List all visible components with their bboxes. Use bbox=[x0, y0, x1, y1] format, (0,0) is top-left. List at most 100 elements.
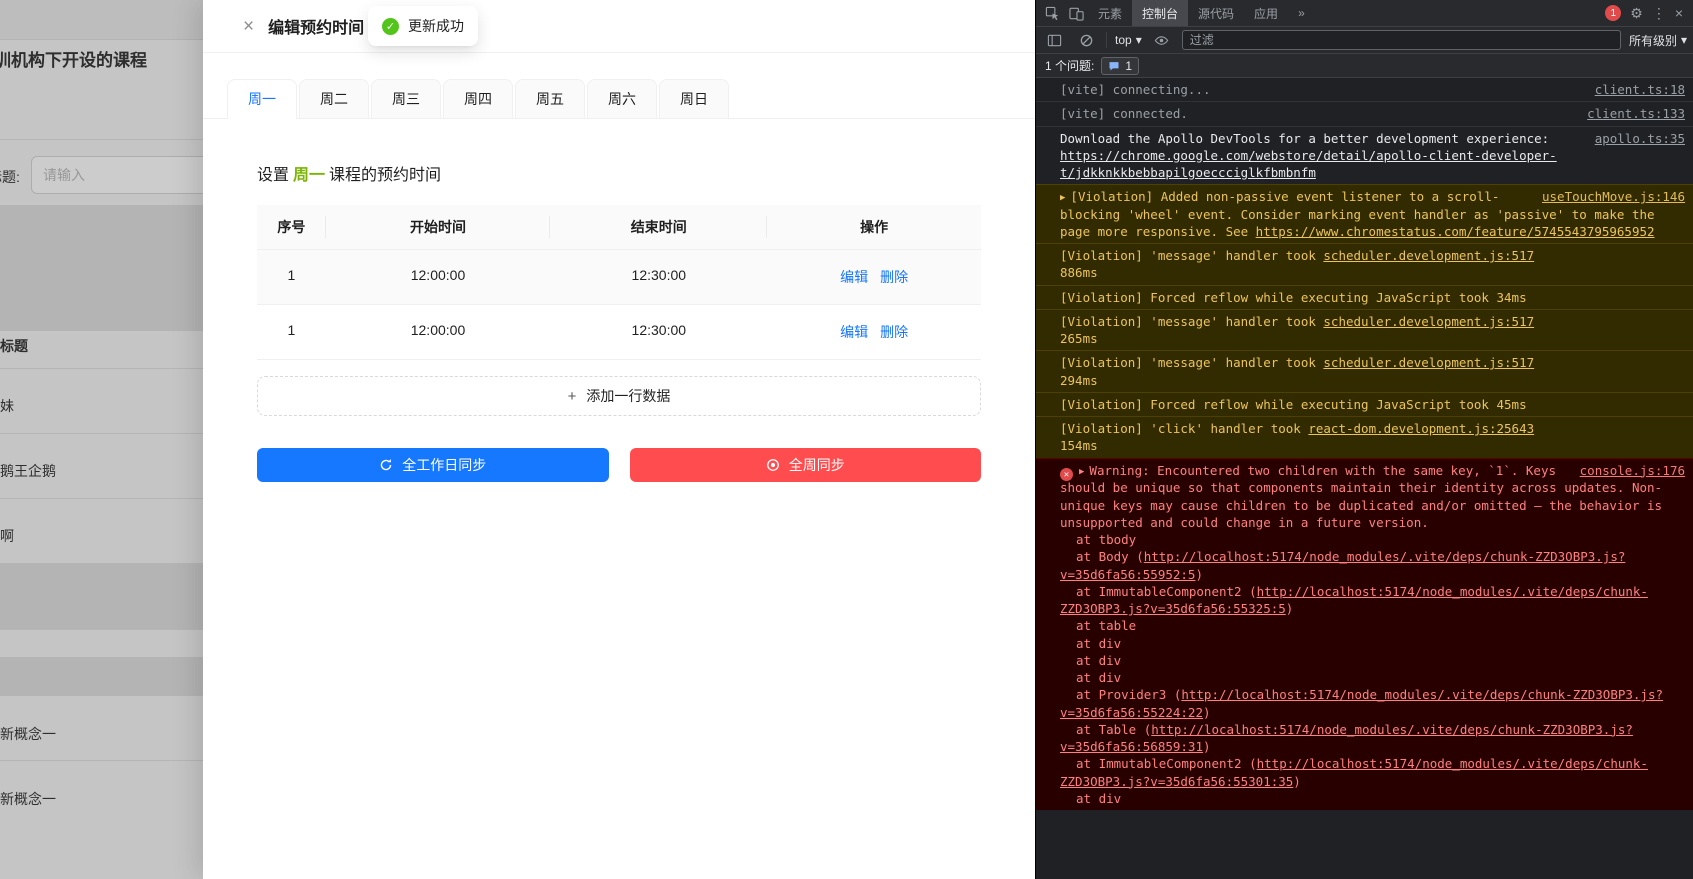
console-sidebar-icon[interactable] bbox=[1042, 27, 1066, 53]
message-url-link[interactable]: https://www.chromestatus.com/feature/574… bbox=[1256, 224, 1655, 239]
cell-no: 1 bbox=[287, 267, 296, 283]
clear-console-icon[interactable] bbox=[1074, 27, 1098, 53]
expand-arrow-icon[interactable]: ▶ bbox=[1060, 192, 1065, 204]
drawer-mask[interactable] bbox=[0, 0, 203, 879]
workday-sync-button[interactable]: 全工作日同步 bbox=[257, 448, 609, 482]
message-suffix: 154ms bbox=[1060, 438, 1098, 454]
stack-frame: at Provider3 (http://localhost:5174/node… bbox=[1060, 687, 1663, 720]
source-link[interactable]: client.ts:18 bbox=[1595, 81, 1685, 98]
console-warning: [Violation] 'click' handler took react-d… bbox=[1036, 416, 1693, 458]
tab-monday[interactable]: 周一 bbox=[227, 79, 297, 119]
cell-actions: 编辑 删除 bbox=[767, 305, 981, 359]
target-icon bbox=[766, 458, 780, 472]
weekday-tabs: 周一 周二 周三 周四 周五 周六 周日 bbox=[203, 79, 1035, 119]
close-icon[interactable]: × bbox=[243, 17, 254, 36]
console-warning: [Violation] Forced reflow while executin… bbox=[1036, 391, 1693, 417]
console-message: apollo.ts:35 Download the Apollo DevTools… bbox=[1036, 125, 1693, 185]
stack-frame: at div bbox=[1076, 790, 1122, 806]
cell-end-time: 12:30:00 bbox=[631, 322, 687, 338]
device-toolbar-icon[interactable] bbox=[1064, 0, 1088, 26]
context-selector[interactable]: top ▾ bbox=[1115, 33, 1142, 47]
message-text: [Violation] Forced reflow while executin… bbox=[1060, 289, 1527, 305]
message-suffix: 294ms bbox=[1060, 372, 1098, 388]
plus-icon: + bbox=[567, 387, 577, 405]
message-text: [vite] connecting... bbox=[1060, 82, 1211, 97]
issue-bubble-icon bbox=[1109, 61, 1119, 70]
add-row-button[interactable]: + 添加一行数据 bbox=[257, 376, 981, 416]
issues-label: 1 个问题: bbox=[1045, 59, 1095, 73]
inspect-icon[interactable] bbox=[1040, 0, 1064, 26]
tab-thursday[interactable]: 周四 bbox=[443, 79, 513, 118]
stack-frame: at div bbox=[1076, 670, 1122, 686]
source-inline-link[interactable]: react-dom.development.js:25643 bbox=[1308, 421, 1534, 436]
devtools-tabbar-right: 1 ⚙ ⋮ × bbox=[1605, 5, 1689, 21]
subtitle-suffix: 课程的预约时间 bbox=[329, 167, 442, 184]
console-log[interactable]: client.ts:18 [vite] connecting... client.… bbox=[1036, 78, 1693, 879]
error-count-badge[interactable]: 1 bbox=[1605, 5, 1622, 21]
close-devtools-icon[interactable]: × bbox=[1675, 6, 1683, 20]
edit-link[interactable]: 编辑 bbox=[840, 269, 868, 285]
chevron-down-icon: ▾ bbox=[1680, 33, 1687, 47]
drawer-header: × 编辑预约时间 bbox=[203, 0, 1035, 53]
cell-end-time: 12:30:00 bbox=[631, 267, 687, 283]
delete-link[interactable]: 删除 bbox=[880, 269, 908, 285]
stack-frame: at div bbox=[1076, 652, 1122, 668]
more-options-icon[interactable]: ⋮ bbox=[1652, 6, 1666, 20]
source-link[interactable]: useTouchMove.js:146 bbox=[1542, 188, 1685, 205]
stack-frame: at table bbox=[1076, 618, 1137, 634]
message-suffix: 265ms bbox=[1060, 331, 1098, 347]
sync-icon bbox=[379, 458, 393, 472]
edit-link[interactable]: 编辑 bbox=[840, 324, 868, 340]
tab-saturday[interactable]: 周六 bbox=[587, 79, 657, 118]
message-url-link[interactable]: https://chrome.google.com/webstore/detai… bbox=[1060, 148, 1557, 180]
message-text: Warning: Encountered two children with t… bbox=[1060, 462, 1663, 530]
console-toolbar: top▾ 所有级别▾ bbox=[1036, 27, 1693, 54]
devtools-tabbar: 元素 控制台 源代码 应用 » 1 ⚙ ⋮ × bbox=[1036, 0, 1693, 27]
console-filter-input[interactable] bbox=[1181, 30, 1621, 50]
devtools-tab-sources[interactable]: 源代码 bbox=[1188, 0, 1244, 26]
more-tabs-button[interactable]: » bbox=[1288, 0, 1315, 26]
stack-frame: at ImmutableComponent2 (http://localhost… bbox=[1060, 583, 1648, 617]
tab-tuesday[interactable]: 周二 bbox=[299, 79, 369, 118]
source-inline-link[interactable]: scheduler.development.js:517 bbox=[1323, 248, 1534, 263]
table-row: 1 12:00:00 12:30:00 编辑 删除 bbox=[257, 305, 981, 360]
console-warning: [Violation] Forced reflow while executin… bbox=[1036, 284, 1693, 309]
tab-wednesday[interactable]: 周三 bbox=[371, 79, 441, 118]
tab-friday[interactable]: 周五 bbox=[515, 79, 585, 118]
week-sync-label: 全周同步 bbox=[788, 457, 845, 473]
subtitle-prefix: 设置 bbox=[257, 167, 290, 184]
error-icon: ✕ bbox=[1060, 468, 1073, 482]
message-text: [Violation] 'message' handler took bbox=[1060, 248, 1324, 264]
stack-frame: at tbody bbox=[1076, 532, 1137, 548]
cell-start-time: 12:00:00 bbox=[410, 267, 466, 283]
chevron-down-icon: ▾ bbox=[1135, 33, 1142, 47]
console-warning: [Violation] 'message' handler took sched… bbox=[1036, 243, 1693, 285]
devtools-tab-elements[interactable]: 元素 bbox=[1088, 0, 1132, 26]
stack-frame: at ImmutableComponent2 (http://localhost… bbox=[1060, 756, 1648, 789]
workday-sync-label: 全工作日同步 bbox=[402, 457, 487, 473]
issues-counter[interactable]: 1 bbox=[1101, 56, 1140, 75]
message-text: [Violation] Forced reflow while executin… bbox=[1060, 396, 1527, 412]
devtools-tab-application[interactable]: 应用 bbox=[1244, 0, 1288, 26]
expand-arrow-icon[interactable]: ▶ bbox=[1079, 466, 1084, 478]
eye-icon[interactable] bbox=[1150, 27, 1174, 53]
cell-start-time: 12:00:00 bbox=[410, 322, 466, 338]
tab-sunday[interactable]: 周日 bbox=[659, 79, 729, 118]
log-levels-selector[interactable]: 所有级别 ▾ bbox=[1629, 32, 1687, 49]
column-header-actions: 操作 bbox=[860, 219, 889, 235]
delete-link[interactable]: 删除 bbox=[880, 324, 908, 340]
issues-bar: 1 个问题: 1 bbox=[1036, 54, 1693, 78]
drawer-body: 设置 周一 课程的预约时间 序号 开始时间 结束时间 操作 1 12:00:00 1… bbox=[203, 119, 1035, 482]
stack-link[interactable]: http://localhost:5174/node_modules/.vite… bbox=[1060, 549, 1625, 581]
source-inline-link[interactable]: scheduler.development.js:517 bbox=[1323, 314, 1534, 329]
success-check-icon: ✓ bbox=[382, 17, 399, 35]
source-link[interactable]: console.js:176 bbox=[1580, 462, 1685, 479]
source-link[interactable]: client.ts:133 bbox=[1587, 105, 1685, 122]
source-inline-link[interactable]: scheduler.development.js:517 bbox=[1323, 355, 1534, 370]
console-message: client.ts:18 [vite] connecting... bbox=[1036, 78, 1693, 101]
toast-message: 更新成功 bbox=[408, 18, 464, 34]
source-link[interactable]: apollo.ts:35 bbox=[1595, 130, 1685, 147]
week-sync-button[interactable]: 全周同步 bbox=[629, 448, 981, 482]
settings-gear-icon[interactable]: ⚙ bbox=[1630, 6, 1643, 20]
devtools-tab-console[interactable]: 控制台 bbox=[1132, 0, 1189, 26]
